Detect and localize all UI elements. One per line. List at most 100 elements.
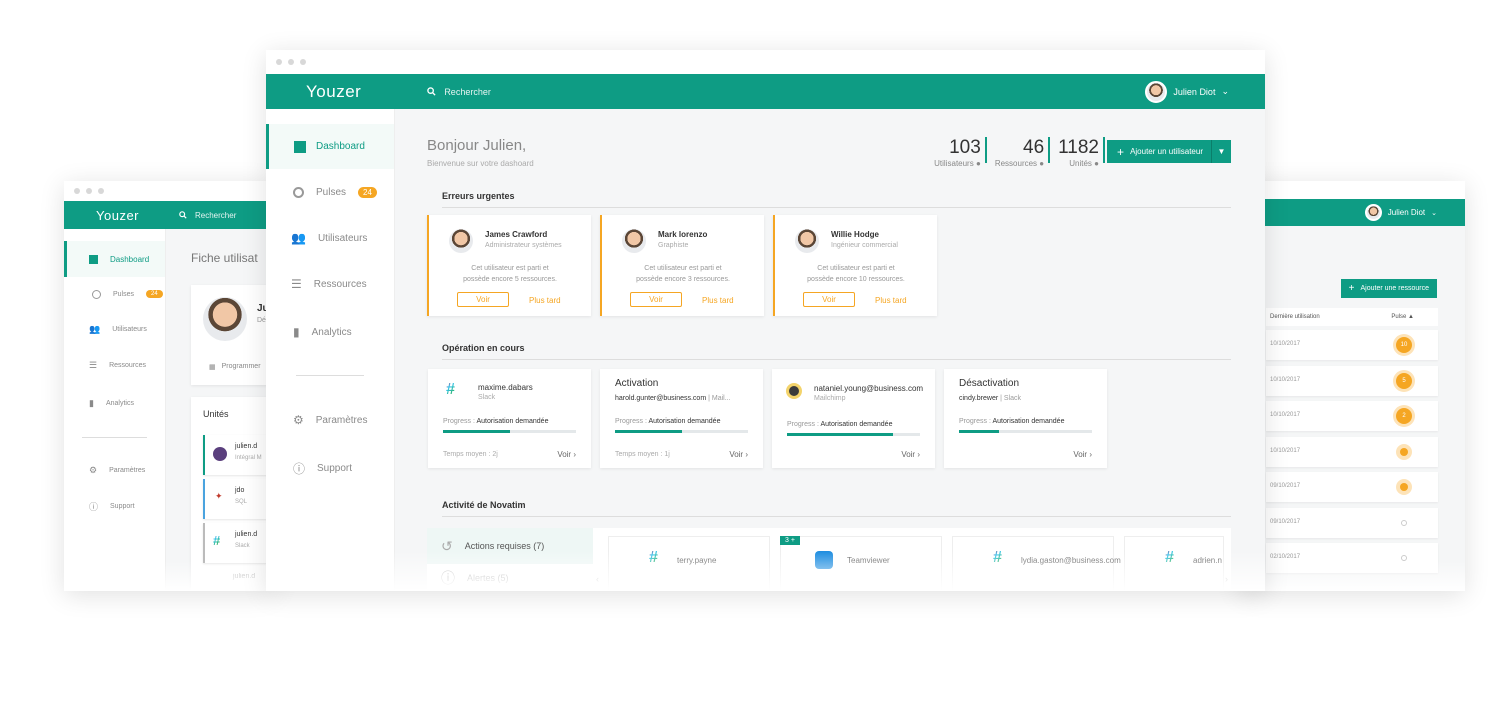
user-menu[interactable]: Julien Diot ⌄: [1364, 204, 1437, 221]
operation-title: Désactivation: [959, 378, 1020, 389]
info-icon: ●: [1039, 159, 1045, 168]
view-link[interactable]: Voir ›: [557, 450, 576, 459]
later-link[interactable]: Plus tard: [702, 296, 734, 305]
operation-title: Activation: [615, 378, 659, 389]
sidebar-item-resources[interactable]: ☰ Ressources: [266, 261, 394, 307]
add-resource-button[interactable]: + Ajouter une ressource: [1340, 279, 1437, 298]
sidebar-item-dashboard[interactable]: Dashboard: [266, 124, 394, 169]
view-button[interactable]: Voir: [457, 292, 509, 307]
tab-alerts[interactable]: ⓘ Alertes (5): [427, 564, 593, 591]
pulse-badge: 5: [1396, 372, 1412, 389]
avg-time: Temps moyen : 1j: [615, 451, 670, 458]
analytics-icon: ▮: [293, 325, 300, 339]
stat-resources: 46 Ressources ●: [995, 137, 1051, 168]
sidebar-item-resources[interactable]: ☰ Ressources: [64, 347, 165, 383]
last-used-date: 02/10/2017: [1270, 554, 1301, 560]
list-item[interactable]: julien.d Intégral M: [203, 435, 274, 475]
activity-item[interactable]: Teamviewer 3 +: [780, 536, 942, 591]
user-name: Willie Hodge: [831, 230, 879, 239]
main-topbar: Youzer Rechercher Julien Diot ⌄: [266, 74, 1265, 109]
sidebar-item-label: Utilisateurs: [112, 325, 147, 333]
view-link[interactable]: Voir ›: [1073, 450, 1092, 459]
units-title: Unités: [203, 409, 229, 419]
table-row[interactable]: 09/10/2017: [1266, 472, 1438, 502]
chevron-right-icon[interactable]: ›: [1225, 574, 1228, 584]
sidebar-item-users[interactable]: 👥 Utilisateurs: [64, 311, 165, 347]
operation-title: nataniel.young@business.com: [814, 384, 924, 393]
table-row[interactable]: 09/10/2017: [1266, 507, 1438, 538]
user-menu[interactable]: Julien Diot ⌄: [1145, 80, 1229, 103]
view-link[interactable]: Voir ›: [729, 450, 748, 459]
list-item[interactable]: ✦ jdo SQL: [203, 479, 274, 519]
list-item[interactable]: # julien.d Slack: [203, 523, 274, 563]
table-row[interactable]: 10/10/2017 5: [1266, 365, 1438, 396]
schedule-link[interactable]: ▦ Programmer: [209, 363, 261, 371]
sidebar-item-dashboard[interactable]: Dashboard: [64, 241, 165, 277]
sidebar-item-analytics[interactable]: ▮ Analytics: [64, 383, 165, 423]
pulse-icon: [293, 186, 304, 198]
operation-sub: cindy.brewer | Slack: [959, 395, 1022, 402]
main-window: Youzer Rechercher Julien Diot ⌄ Dashboar…: [266, 50, 1265, 591]
progress-bar: [959, 430, 1092, 433]
sidebar-item-analytics[interactable]: ▮ Analytics: [266, 307, 394, 357]
table-row[interactable]: 10/10/2017: [1266, 436, 1438, 467]
slack-icon: #: [993, 549, 1002, 566]
chevron-down-icon[interactable]: ▼: [1211, 140, 1231, 163]
pulse-dot: [1400, 447, 1408, 456]
sidebar-item-label: Ressources: [109, 361, 147, 369]
table-row[interactable]: 10/10/2017 2: [1266, 401, 1438, 431]
left-sidebar: Dashboard Pulses 24 👥 Utilisateurs ☰ Res…: [64, 229, 166, 591]
operation-sub: harold.gunter@business.com | Mail...: [615, 395, 731, 402]
units-card: Unités julien.d Intégral M ✦ jdo SQL # j…: [191, 397, 274, 591]
sidebar-item-support[interactable]: ⓘ Support: [266, 444, 394, 492]
dashboard-icon: [89, 254, 98, 264]
col-pulse[interactable]: Pulse ▲: [1391, 314, 1414, 320]
add-user-button[interactable]: + Ajouter un utilisateur ▼: [1107, 140, 1231, 163]
tab-actions[interactable]: ↺ Actions requises (7): [427, 528, 593, 564]
sidebar-item-label: Pulses: [113, 290, 135, 298]
activity-item[interactable]: # terry.payne: [608, 536, 770, 591]
sidebar-item-label: Analytics: [311, 326, 352, 338]
avatar: [622, 229, 646, 253]
sidebar-item-pulses[interactable]: Pulses 24: [266, 169, 394, 215]
sidebar-item-pulses[interactable]: Pulses 24: [64, 277, 165, 311]
sidebar-item-support[interactable]: ⓘ Support: [64, 488, 165, 524]
right-topbar: Julien Diot ⌄: [1240, 199, 1465, 226]
view-button[interactable]: Voir: [803, 292, 855, 307]
view-link[interactable]: Voir ›: [901, 450, 920, 459]
col-last-used[interactable]: Dernière utilisation: [1270, 314, 1320, 320]
operation-card: Désactivation cindy.brewer | Slack Progres…: [944, 369, 1107, 468]
pulse-dot: [1400, 483, 1408, 491]
calendar-icon: ▦: [209, 364, 216, 371]
right-content: + Ajouter une ressource Dernière utilisa…: [1240, 226, 1465, 591]
search-input[interactable]: Rechercher: [427, 87, 491, 97]
table-row[interactable]: 02/10/2017: [1266, 543, 1438, 573]
activity-item[interactable]: # adrien.n: [1124, 536, 1224, 591]
search-input[interactable]: Rechercher: [179, 211, 236, 220]
later-link[interactable]: Plus tard: [529, 296, 561, 305]
sidebar-item-settings[interactable]: ⚙ Paramètres: [64, 452, 165, 488]
chevron-left-icon[interactable]: ‹: [596, 574, 599, 584]
avatar: [1364, 204, 1382, 221]
help-icon: ⓘ: [293, 461, 306, 476]
sidebar-item-settings[interactable]: ⚙ Paramètres: [266, 396, 394, 444]
sidebar-item-users[interactable]: 👥 Utilisateurs: [266, 215, 394, 261]
user-role: Graphiste: [658, 242, 689, 249]
operation-card: # maxime.dabars Slack Progress : Autorisati…: [428, 369, 591, 468]
view-button[interactable]: Voir: [630, 292, 682, 307]
sidebar-item-label: Support: [110, 502, 135, 510]
later-link[interactable]: Plus tard: [875, 296, 907, 305]
activity-item[interactable]: # lydia.gaston@business.com: [952, 536, 1121, 591]
table-row[interactable]: 10/10/2017 10: [1266, 330, 1438, 360]
analytics-icon: ▮: [89, 397, 94, 408]
gear-icon: ⚙: [89, 464, 98, 475]
progress-bar: [787, 433, 920, 436]
list-item[interactable]: julien.d: [203, 567, 274, 591]
operation-sub: Mailchimp: [814, 395, 846, 402]
operation-card: nataniel.young@business.com Mailchimp Prog…: [772, 369, 935, 468]
error-card: Mark lorenzo Graphiste Cet utilisateur est…: [600, 215, 764, 316]
main-sidebar: Dashboard Pulses 24 👥 Utilisateurs ☰ Res…: [266, 109, 395, 591]
plus-icon: +: [1348, 283, 1355, 294]
avatar: [1145, 80, 1168, 103]
sidebar-item-label: Paramètres: [315, 414, 368, 426]
